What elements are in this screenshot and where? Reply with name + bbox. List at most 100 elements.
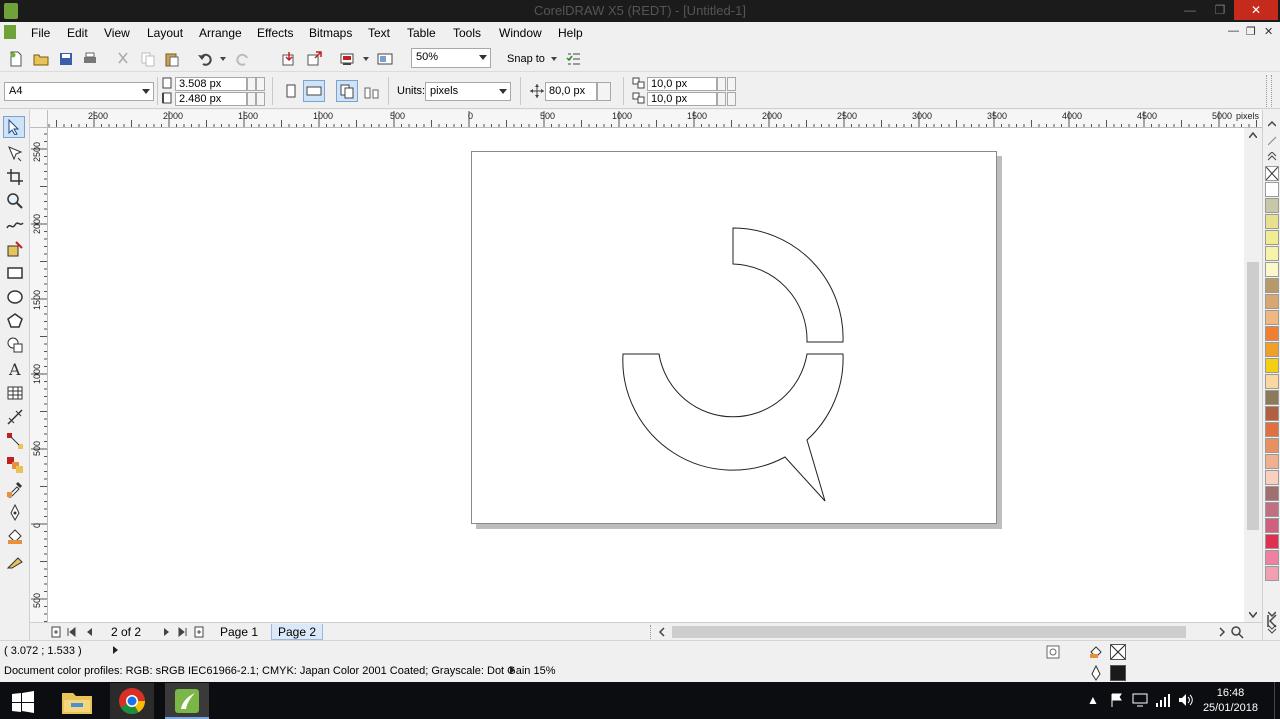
basic-shapes-tool-icon[interactable] xyxy=(6,336,24,354)
publish-pdf-icon[interactable] xyxy=(339,51,355,67)
nudge-distance-field[interactable]: 80,0 px xyxy=(545,82,597,101)
palette-color-swatch[interactable] xyxy=(1265,246,1279,261)
blend-tool-icon[interactable] xyxy=(6,456,24,474)
doc-minimize-button[interactable]: — xyxy=(1228,25,1239,37)
palette-color-swatch[interactable] xyxy=(1265,214,1279,229)
horizontal-ruler[interactable]: 2500 2000 1500 1000 500 0 500 1000 1500 … xyxy=(48,110,1262,128)
vertical-scrollbar[interactable] xyxy=(1244,128,1262,622)
nudge-distance-spinner[interactable] xyxy=(597,82,611,101)
portrait-icon[interactable] xyxy=(283,83,299,99)
palette-color-swatch[interactable] xyxy=(1265,230,1279,245)
menu-window[interactable]: Window xyxy=(499,26,542,40)
palette-options-icon[interactable] xyxy=(1267,136,1277,146)
freehand-tool-icon[interactable] xyxy=(6,216,24,234)
restore-button[interactable]: ❐ xyxy=(1206,0,1234,20)
copy-icon[interactable] xyxy=(140,51,156,67)
first-page-icon[interactable] xyxy=(66,627,76,637)
undo-dropdown-icon[interactable] xyxy=(220,57,226,61)
interactive-fill-tool-icon[interactable] xyxy=(6,552,24,570)
menu-view[interactable]: View xyxy=(104,26,130,40)
color-profile-arrow-icon[interactable] xyxy=(510,666,515,674)
palette-color-swatch[interactable] xyxy=(1265,374,1279,389)
scroll-up-icon[interactable] xyxy=(1249,132,1257,138)
vertical-scroll-thumb[interactable] xyxy=(1247,262,1259,530)
show-desktop-button[interactable] xyxy=(1274,682,1280,719)
ellipse-tool-icon[interactable] xyxy=(6,288,24,306)
network-signal-icon[interactable] xyxy=(1155,693,1171,707)
all-pages-button[interactable] xyxy=(336,80,358,102)
coordinates-arrow-icon[interactable] xyxy=(113,646,118,654)
palette-color-swatch[interactable] xyxy=(1265,294,1279,309)
palette-color-swatch[interactable] xyxy=(1265,278,1279,293)
palette-color-swatch[interactable] xyxy=(1265,566,1279,581)
save-icon[interactable] xyxy=(58,51,74,67)
duplicate-y-spinner-up[interactable] xyxy=(727,92,736,106)
page-height-field[interactable]: 2.480 px xyxy=(175,92,247,106)
file-explorer-taskbar-button[interactable] xyxy=(55,683,99,719)
duplicate-y-spinner[interactable] xyxy=(717,92,726,106)
doc-restore-button[interactable]: ❐ xyxy=(1246,25,1256,38)
current-page-icon[interactable] xyxy=(364,84,380,100)
zoom-tool-icon[interactable] xyxy=(6,192,24,210)
application-launcher-dropdown-icon[interactable] xyxy=(363,57,369,61)
straight-line-connector-tool-icon[interactable] xyxy=(6,432,24,450)
scroll-down-icon[interactable] xyxy=(1249,612,1257,618)
page-width-field[interactable]: 3.508 px xyxy=(175,77,247,91)
palette-color-swatch[interactable] xyxy=(1265,198,1279,213)
upper-arc-shape[interactable] xyxy=(732,227,844,343)
table-tool-icon[interactable] xyxy=(6,384,24,402)
menu-effects[interactable]: Effects xyxy=(257,26,293,40)
page-width-spinner-up[interactable] xyxy=(256,77,265,91)
palette-color-swatch[interactable] xyxy=(1265,262,1279,277)
text-tool-icon[interactable]: A xyxy=(6,360,24,378)
palette-color-swatch[interactable] xyxy=(1265,406,1279,421)
paper-size-combo[interactable]: A4 xyxy=(4,82,154,101)
palette-color-swatch[interactable] xyxy=(1265,358,1279,373)
close-button[interactable]: ✕ xyxy=(1234,0,1278,20)
palette-color-swatch[interactable] xyxy=(1265,326,1279,341)
document-icon[interactable] xyxy=(4,25,16,39)
new-document-icon[interactable] xyxy=(8,51,24,67)
menu-layout[interactable]: Layout xyxy=(147,26,183,40)
volume-icon[interactable] xyxy=(1178,693,1194,707)
display-icon[interactable] xyxy=(1132,693,1148,707)
eyedropper-tool-icon[interactable] xyxy=(6,480,24,498)
palette-scroll-up-icon[interactable] xyxy=(1268,120,1276,128)
menu-tools[interactable]: Tools xyxy=(453,26,481,40)
zoom-level-combo[interactable]: 50% xyxy=(411,48,491,68)
menu-text[interactable]: Text xyxy=(368,26,390,40)
palette-color-swatch[interactable] xyxy=(1265,310,1279,325)
print-icon[interactable] xyxy=(82,51,98,67)
color-proofing-icon[interactable] xyxy=(1046,645,1060,659)
landscape-button[interactable] xyxy=(303,80,325,102)
menu-help[interactable]: Help xyxy=(558,26,583,40)
import-icon[interactable] xyxy=(281,51,297,67)
outline-color-swatch[interactable] xyxy=(1110,665,1126,681)
minimize-button[interactable]: — xyxy=(1176,0,1204,20)
tab-page-1[interactable]: Page 1 xyxy=(214,624,264,640)
pick-tool-button[interactable] xyxy=(3,116,25,138)
fill-indicator-icon[interactable] xyxy=(1088,644,1104,660)
add-page-before-icon[interactable] xyxy=(50,626,62,638)
palette-color-swatch[interactable] xyxy=(1265,502,1279,517)
horizontal-scroll-thumb[interactable] xyxy=(672,626,1186,638)
menu-file[interactable]: File xyxy=(31,26,50,40)
shape-tool-icon[interactable] xyxy=(6,144,24,162)
white-swatch[interactable] xyxy=(1265,182,1279,197)
page-height-spinner[interactable] xyxy=(247,92,256,106)
duplicate-x-spinner-up[interactable] xyxy=(727,77,736,91)
cut-icon[interactable] xyxy=(115,51,131,67)
palette-color-swatch[interactable] xyxy=(1265,518,1279,533)
menu-table[interactable]: Table xyxy=(407,26,436,40)
undo-icon[interactable] xyxy=(197,51,213,67)
palette-color-swatch[interactable] xyxy=(1265,438,1279,453)
windows-start-icon[interactable] xyxy=(12,691,34,713)
smart-fill-tool-icon[interactable] xyxy=(6,240,24,258)
palette-color-swatch[interactable] xyxy=(1265,390,1279,405)
palette-color-swatch[interactable] xyxy=(1265,422,1279,437)
options-icon[interactable] xyxy=(566,51,582,67)
fill-tool-icon[interactable] xyxy=(6,528,24,546)
parallel-dimension-tool-icon[interactable] xyxy=(6,408,24,426)
speech-bubble-arc-shape[interactable] xyxy=(622,353,844,502)
palette-scroll-up-icon[interactable] xyxy=(1267,152,1277,162)
